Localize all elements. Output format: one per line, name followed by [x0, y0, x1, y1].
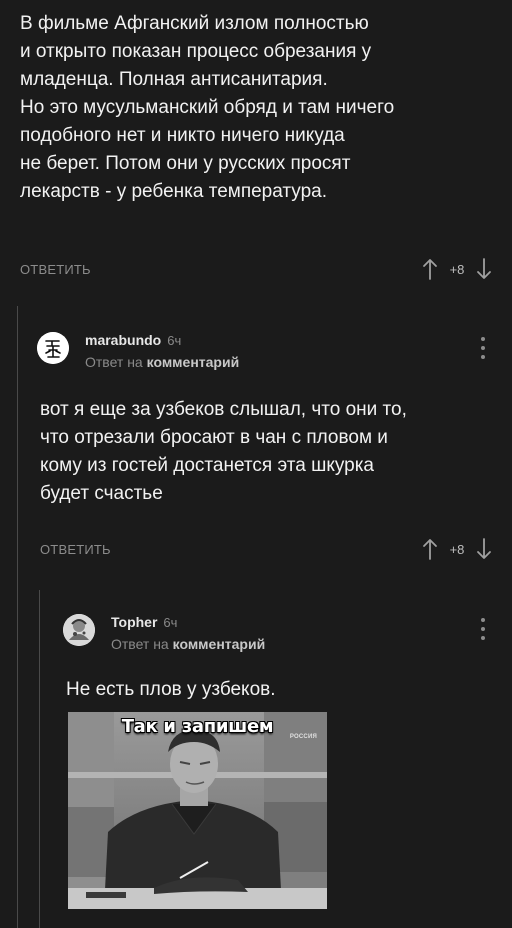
- comment-time: 6ч: [163, 615, 178, 630]
- arrow-down-icon[interactable]: [476, 258, 492, 280]
- comment-3-header: Topher 6ч Ответ на комментарий: [63, 614, 265, 652]
- author-line: Topher 6ч: [111, 614, 265, 630]
- comment-2-actions: ОТВЕТИТЬ +8: [40, 536, 492, 562]
- comment-line: Но это мусульманский обряд и там ничего: [20, 97, 395, 118]
- author-meta: marabundo 6ч Ответ на комментарий: [85, 332, 239, 370]
- vote-controls: +8: [422, 536, 492, 562]
- avatar[interactable]: [63, 614, 95, 646]
- reply-button[interactable]: ОТВЕТИТЬ: [20, 262, 91, 277]
- comment-1-body: В фильме Афганский излом полностью и отк…: [20, 10, 500, 206]
- comment-line: лекарств - у ребенка температура.: [20, 181, 328, 202]
- avatar[interactable]: [37, 332, 69, 364]
- author-line: marabundo 6ч: [85, 332, 239, 348]
- arrow-down-icon[interactable]: [476, 538, 492, 560]
- reply-to-label: Ответ на комментарий: [111, 636, 265, 652]
- more-vertical-icon[interactable]: [478, 618, 488, 640]
- comment-line: В фильме Афганский излом полностью: [20, 13, 369, 34]
- comment-line: вот я еще за узбеков слышал, что они то,: [40, 399, 407, 420]
- thread-line: [17, 306, 18, 928]
- arrow-up-icon[interactable]: [422, 538, 438, 560]
- more-vertical-icon[interactable]: [478, 337, 488, 359]
- meme-caption: Так и запишем: [121, 716, 274, 737]
- comment-3: Не есть плов у узбеков.: [66, 676, 496, 704]
- comment-1: В фильме Афганский излом полностью и отк…: [20, 10, 500, 206]
- comments-page: В фильме Афганский излом полностью и отк…: [0, 0, 512, 928]
- comment-line: что отрезали бросают в чан с пловом и: [40, 427, 388, 448]
- vote-count: +8: [449, 541, 465, 557]
- reply-to-label: Ответ на комментарий: [85, 354, 239, 370]
- comment-1-actions: ОТВЕТИТЬ +8: [20, 256, 492, 282]
- reply-prefix: Ответ на: [85, 354, 143, 370]
- comment-3-body: Не есть плов у узбеков.: [66, 676, 496, 704]
- comment-line: будет счастье: [40, 483, 163, 504]
- comment-time: 6ч: [167, 333, 182, 348]
- comment-line: и открыто показан процесс обрезания у: [20, 41, 372, 62]
- reply-target-link[interactable]: комментарий: [173, 636, 266, 652]
- meme-picture: [68, 712, 327, 909]
- reply-prefix: Ответ на: [111, 636, 169, 652]
- hieroglyph-icon: [37, 332, 69, 364]
- author-name[interactable]: Topher: [111, 614, 157, 630]
- comment-line: Не есть плов у узбеков.: [66, 679, 276, 700]
- reply-target-link[interactable]: комментарий: [147, 354, 240, 370]
- arrow-up-icon[interactable]: [422, 258, 438, 280]
- comment-line: не берет. Потом они у русских просят: [20, 153, 351, 174]
- tv-channel-logo: РОССИЯ: [289, 734, 317, 740]
- reply-button[interactable]: ОТВЕТИТЬ: [40, 542, 111, 557]
- comment-line: младенца. Полная антисанитария.: [20, 69, 328, 90]
- comment-2-body: вот я еще за узбеков слышал, что они то,…: [40, 396, 500, 508]
- comment-line: подобного нет и никто ничего никуда: [20, 125, 345, 146]
- author-meta: Topher 6ч Ответ на комментарий: [111, 614, 265, 652]
- vote-controls: +8: [422, 256, 492, 282]
- character-avatar-icon: [63, 614, 95, 646]
- author-name[interactable]: marabundo: [85, 332, 161, 348]
- comment-2: вот я еще за узбеков слышал, что они то,…: [40, 396, 500, 508]
- comment-line: кому из гостей достанется эта шкурка: [40, 455, 375, 476]
- vote-count: +8: [449, 261, 465, 277]
- thread-line: [39, 590, 40, 928]
- meme-image[interactable]: Так и запишем РОССИЯ: [68, 712, 327, 909]
- comment-2-header: marabundo 6ч Ответ на комментарий: [37, 332, 239, 370]
